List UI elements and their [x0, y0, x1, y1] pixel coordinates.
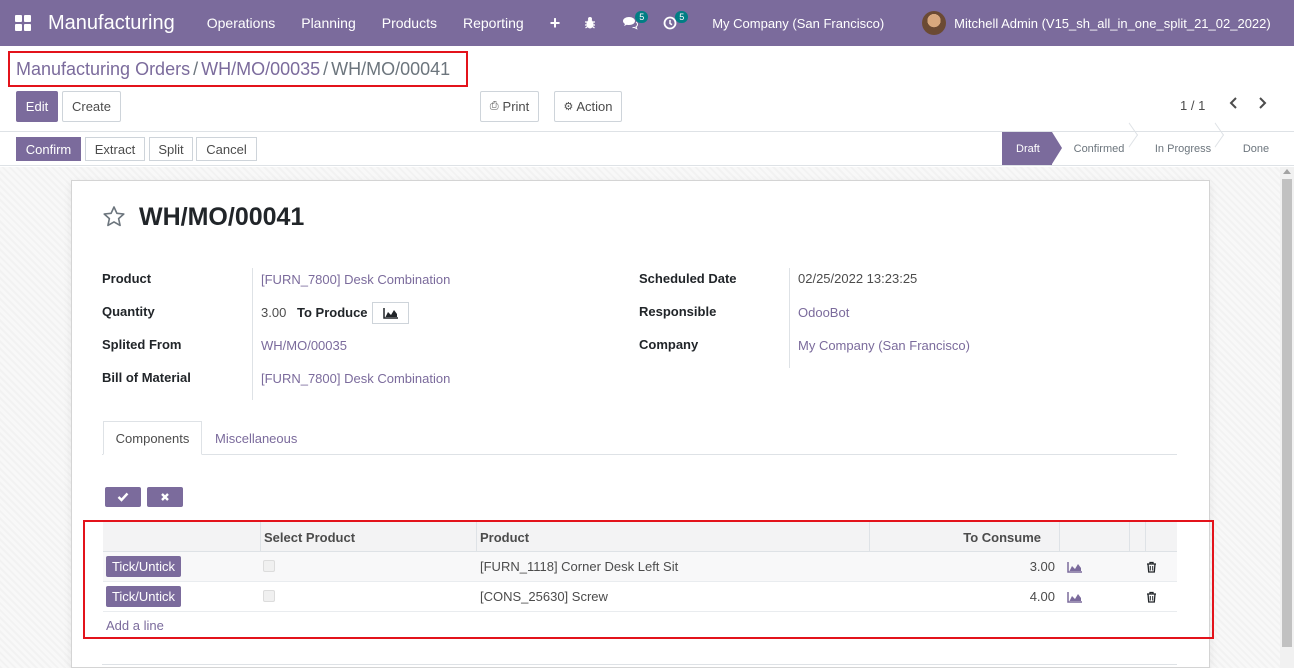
chat-icon[interactable]: 5 — [616, 0, 649, 46]
responsible-link[interactable]: OdooBot — [798, 305, 849, 320]
area-chart-icon — [382, 308, 398, 319]
statusbar: Confirm Extract Split Cancel Draft Confi… — [0, 132, 1294, 166]
menu-products[interactable]: Products — [372, 0, 447, 46]
company-label: Company — [639, 337, 699, 352]
breadcrumb-highlight — [8, 51, 468, 87]
gear-icon: ⚙ — [563, 101, 574, 113]
user-menu[interactable]: Mitchell Admin (V15_sh_all_in_one_split_… — [922, 11, 1271, 35]
quantity-label: Quantity — [102, 304, 155, 319]
company-link[interactable]: My Company (San Francisco) — [798, 338, 970, 353]
action-button[interactable]: ⚙ Action — [554, 91, 622, 122]
check-icon — [117, 492, 129, 502]
responsible-label: Responsible — [639, 304, 717, 319]
scroll-up-arrow-icon[interactable] — [1283, 169, 1291, 174]
deselect-all-button[interactable] — [147, 487, 183, 507]
close-icon — [161, 493, 169, 501]
top-navbar: Manufacturing Operations Planning Produc… — [0, 0, 1294, 46]
components-table-highlight — [83, 520, 1214, 639]
stage-in-progress: In Progress — [1136, 132, 1222, 165]
record-title: WH/MO/00041 — [139, 203, 305, 231]
split-button[interactable]: Split — [149, 137, 193, 161]
to-produce-label: To Produce — [297, 305, 368, 320]
scheduled-date-value: 02/25/2022 13:23:25 — [798, 271, 918, 286]
chat-count-badge: 5 — [635, 11, 649, 23]
activity-count-badge: 5 — [675, 11, 689, 23]
print-button[interactable]: ⎙ Print — [480, 91, 539, 122]
action-label: Action — [576, 99, 613, 114]
pager-value[interactable]: 1 / 1 — [1180, 98, 1205, 113]
star-icon[interactable] — [102, 205, 126, 232]
menu-reporting[interactable]: Reporting — [453, 0, 534, 46]
field-divider — [252, 268, 253, 400]
stage-confirmed: Confirmed — [1052, 132, 1136, 165]
chevron-left-icon[interactable] — [1228, 96, 1240, 113]
confirm-button[interactable]: Confirm — [16, 137, 81, 161]
create-button[interactable]: Create — [62, 91, 121, 122]
cancel-button[interactable]: Cancel — [196, 137, 257, 161]
extract-button[interactable]: Extract — [85, 137, 145, 161]
plus-icon[interactable]: + — [540, 13, 571, 34]
scheduled-date-label: Scheduled Date — [639, 271, 737, 286]
product-label: Product — [102, 271, 152, 286]
section-divider — [102, 664, 1177, 665]
select-all-button[interactable] — [105, 487, 141, 507]
splited-from-link[interactable]: WH/MO/00035 — [261, 338, 347, 353]
field-divider — [789, 268, 790, 368]
tab-components[interactable]: Components — [103, 421, 202, 455]
edit-button[interactable]: Edit — [16, 91, 58, 122]
chevron-right-icon[interactable] — [1256, 96, 1268, 113]
bug-icon[interactable] — [576, 0, 604, 46]
menu-operations[interactable]: Operations — [197, 0, 285, 46]
product-link[interactable]: [FURN_7800] Desk Combination — [261, 272, 450, 287]
stage-draft: Draft — [1002, 132, 1062, 165]
print-label: Print — [502, 99, 530, 114]
forecast-chart-button[interactable] — [372, 302, 409, 324]
company-switcher[interactable]: My Company (San Francisco) — [712, 16, 884, 31]
vertical-scrollbar[interactable] — [1280, 167, 1294, 668]
tab-miscellaneous[interactable]: Miscellaneous — [215, 421, 297, 455]
avatar — [922, 11, 947, 35]
activity-clock-icon[interactable]: 5 — [656, 0, 689, 46]
bill-of-material-label: Bill of Material — [102, 370, 191, 385]
menu-planning[interactable]: Planning — [291, 0, 366, 46]
quantity-value: 3.00 — [261, 305, 287, 320]
app-name[interactable]: Manufacturing — [48, 12, 175, 35]
stage-done: Done — [1242, 142, 1270, 155]
splited-from-label: Splited From — [102, 337, 182, 352]
user-name: Mitchell Admin (V15_sh_all_in_one_split_… — [954, 15, 1271, 31]
status-stages: Draft Confirmed In Progress Done — [1002, 132, 1282, 165]
print-icon: ⎙ — [489, 100, 499, 112]
bill-of-material-link[interactable]: [FURN_7800] Desk Combination — [261, 371, 450, 386]
scroll-thumb[interactable] — [1282, 179, 1292, 647]
apps-menu-icon[interactable] — [0, 0, 46, 46]
